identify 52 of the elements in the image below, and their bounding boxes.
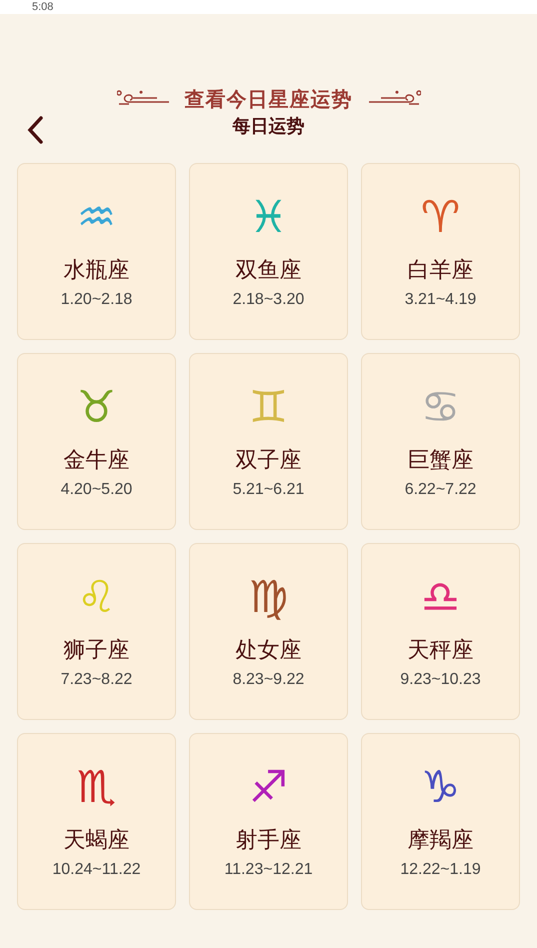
zodiac-name: 金牛座 <box>64 446 130 474</box>
zodiac-symbol: ♒ <box>76 191 116 245</box>
zodiac-dates: 12.22~1.19 <box>400 860 481 880</box>
zodiac-name: 天秤座 <box>408 636 474 664</box>
zodiac-name: 处女座 <box>236 636 302 664</box>
zodiac-card[interactable]: ♒ 水瓶座 1.20~2.18 <box>17 163 176 340</box>
zodiac-dates: 11.23~12.21 <box>224 860 313 880</box>
zodiac-card[interactable]: ♍ 处女座 8.23~9.22 <box>189 543 348 720</box>
zodiac-symbol: ♌ <box>76 571 116 625</box>
zodiac-symbol: ♓ <box>248 191 288 245</box>
zodiac-symbol: ♉ <box>76 381 116 435</box>
zodiac-dates: 5.21~6.21 <box>232 480 304 500</box>
zodiac-dates: 4.20~5.20 <box>60 480 132 500</box>
zodiac-name: 巨蟹座 <box>408 446 474 474</box>
zodiac-card[interactable]: ♉ 金牛座 4.20~5.20 <box>17 353 176 530</box>
zodiac-card[interactable]: ♐ 射手座 11.23~12.21 <box>189 733 348 910</box>
zodiac-card[interactable]: ♑ 摩羯座 12.22~1.19 <box>361 733 520 910</box>
zodiac-name: 射手座 <box>236 826 302 854</box>
zodiac-card[interactable]: ♏ 天蝎座 10.24~11.22 <box>17 733 176 910</box>
zodiac-name: 双子座 <box>236 446 302 474</box>
page-title: 每日运势 <box>232 116 304 138</box>
zodiac-name: 白羊座 <box>408 256 474 284</box>
zodiac-dates: 7.23~8.22 <box>60 670 132 690</box>
zodiac-symbol: ♐ <box>248 761 288 815</box>
zodiac-dates: 1.20~2.18 <box>60 290 132 310</box>
zodiac-card[interactable]: ♎ 天秤座 9.23~10.23 <box>361 543 520 720</box>
zodiac-dates: 10.24~11.22 <box>52 860 141 880</box>
zodiac-symbol: ♏ <box>76 761 116 815</box>
zodiac-card[interactable]: ♊ 双子座 5.21~6.21 <box>189 353 348 530</box>
zodiac-card[interactable]: ♓ 双鱼座 2.18~3.20 <box>189 163 348 340</box>
zodiac-dates: 2.18~3.20 <box>232 290 304 310</box>
zodiac-symbol: ♈ <box>420 191 460 245</box>
zodiac-card[interactable]: ♌ 狮子座 7.23~8.22 <box>17 543 176 720</box>
zodiac-symbol: ♍ <box>248 571 288 625</box>
zodiac-symbol: ♎ <box>420 571 460 625</box>
zodiac-name: 水瓶座 <box>64 256 130 284</box>
header-title: 查看今日星座运势 <box>184 86 352 113</box>
zodiac-dates: 6.22~7.22 <box>404 480 476 500</box>
zodiac-dates: 8.23~9.22 <box>232 670 304 690</box>
back-icon <box>26 115 44 145</box>
zodiac-symbol: ♊ <box>248 381 288 435</box>
zodiac-name: 双鱼座 <box>236 256 302 284</box>
zodiac-dates: 3.21~4.19 <box>404 290 476 310</box>
status-time: 5:08 <box>32 2 54 12</box>
zodiac-card[interactable]: ♈ 白羊座 3.21~4.19 <box>361 163 520 340</box>
zodiac-dates: 9.23~10.23 <box>400 670 481 690</box>
zodiac-symbol: ♑ <box>420 761 460 815</box>
zodiac-name: 天蝎座 <box>64 826 130 854</box>
zodiac-name: 摩羯座 <box>408 826 474 854</box>
zodiac-name: 狮子座 <box>64 636 130 664</box>
zodiac-card[interactable]: ♋ 巨蟹座 6.22~7.22 <box>361 353 520 530</box>
zodiac-symbol: ♋ <box>420 381 460 435</box>
